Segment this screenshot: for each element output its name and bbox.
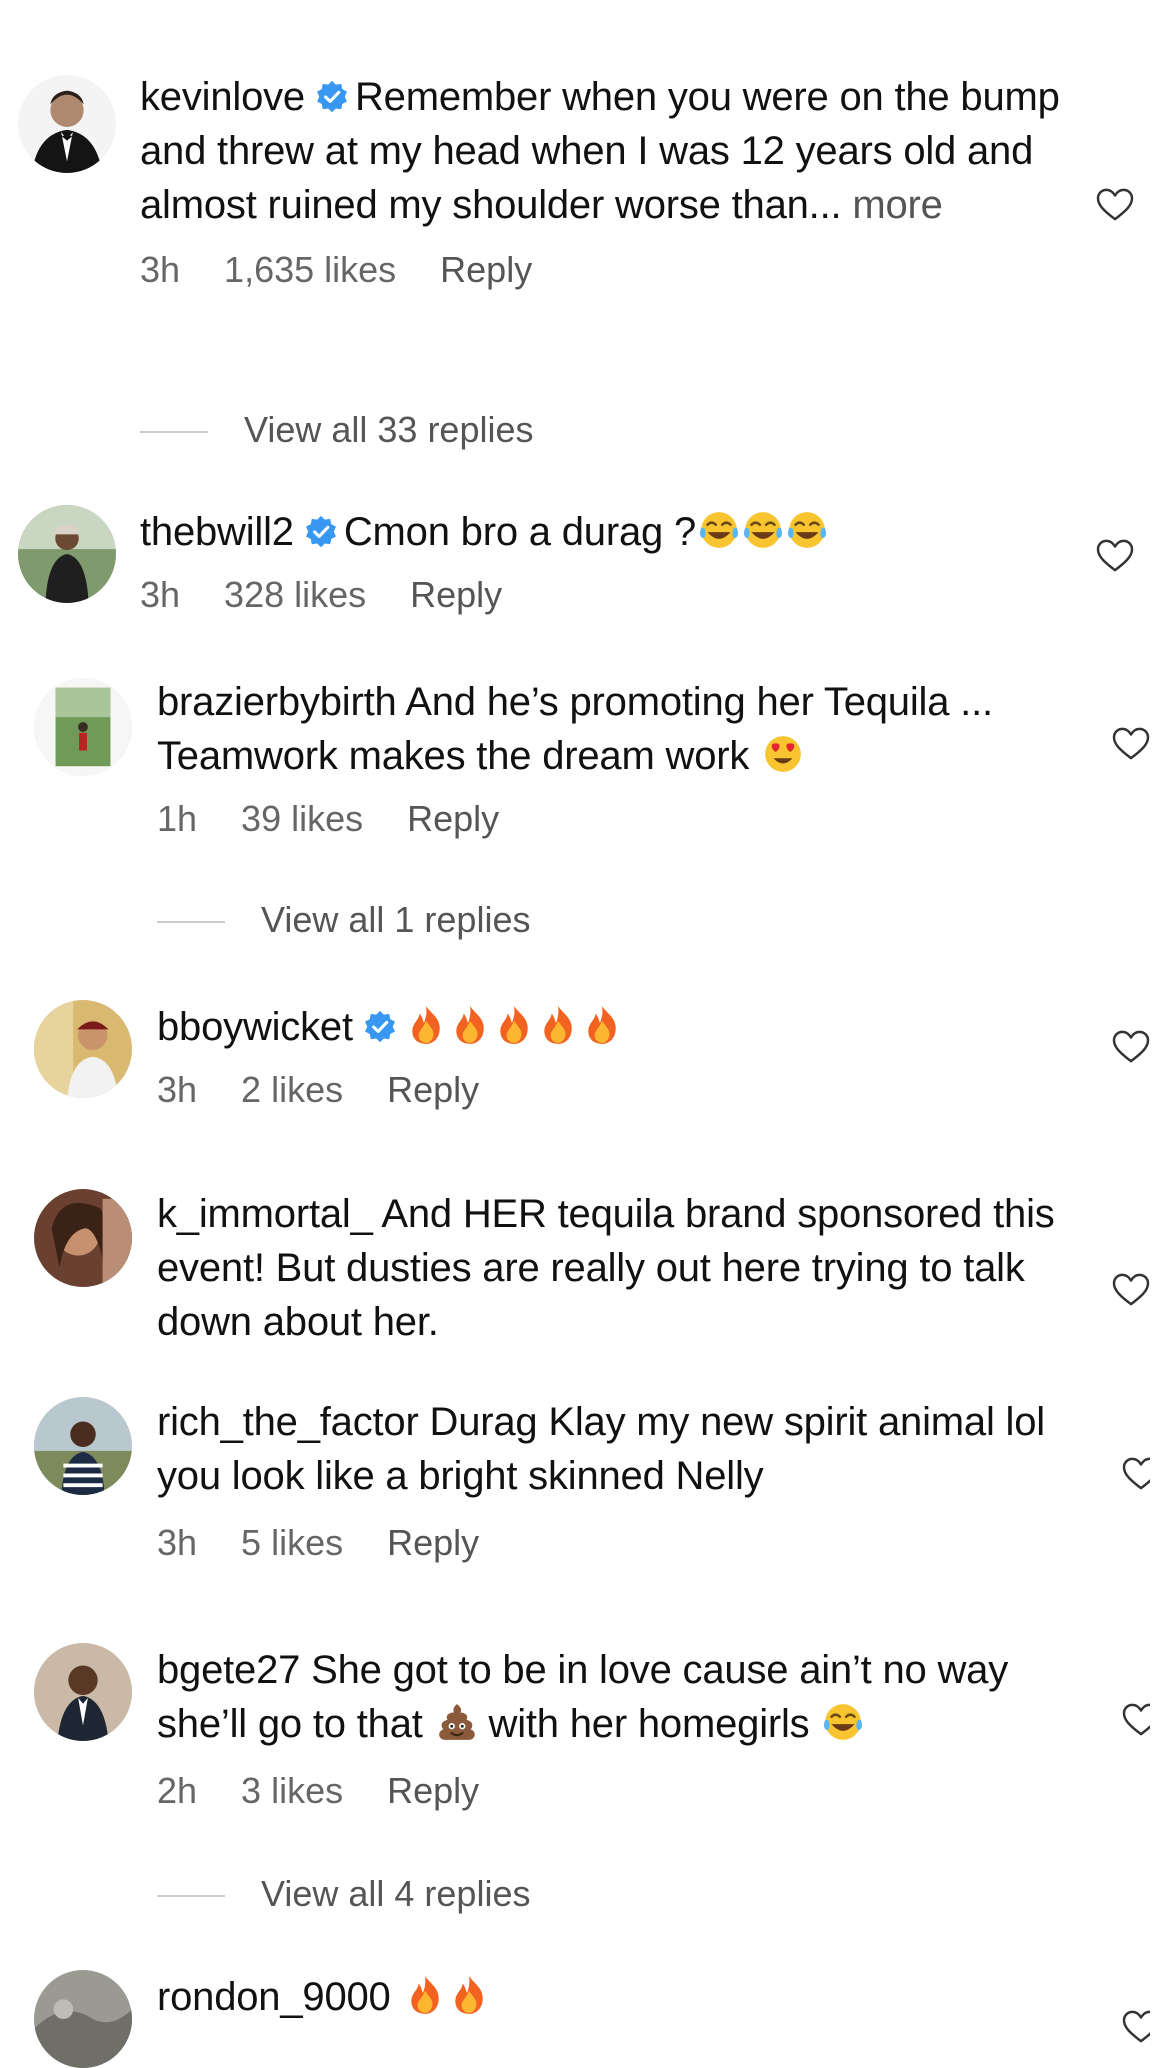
like-heart-icon[interactable] — [1112, 727, 1150, 761]
like-heart-icon[interactable] — [1096, 539, 1134, 573]
likes-count[interactable]: 2 likes — [241, 1069, 343, 1110]
username[interactable]: brazierbybirth — [157, 680, 397, 724]
reply-button[interactable]: Reply — [387, 1069, 479, 1110]
divider — [157, 1895, 225, 1898]
view-replies-button[interactable]: View all 33 replies — [140, 408, 534, 452]
comment-body: bgete27 She got to be in love cause ain’… — [157, 1643, 1072, 1813]
like-heart-icon[interactable] — [1112, 1273, 1150, 1307]
reply-button[interactable]: Reply — [387, 1770, 479, 1811]
avatar[interactable] — [34, 1189, 132, 1287]
avatar[interactable] — [34, 1643, 132, 1741]
username[interactable]: bboywicket — [157, 1005, 353, 1049]
comment-meta: 3h 2 likes Reply — [157, 1068, 1072, 1112]
heart-eyes-icon — [762, 733, 804, 775]
reply-button[interactable]: Reply — [440, 249, 532, 290]
timestamp: 2h — [157, 1770, 198, 1811]
username[interactable]: k_immortal_ — [157, 1192, 373, 1236]
view-replies-label: View all 33 replies — [244, 409, 534, 450]
likes-count[interactable]: 1,635 likes — [224, 249, 396, 290]
fire-icon — [404, 1974, 446, 2016]
likes-count[interactable]: 3 likes — [241, 1770, 343, 1811]
more-link[interactable]: more — [852, 183, 943, 227]
like-heart-icon[interactable] — [1122, 1703, 1150, 1737]
like-heart-icon[interactable] — [1096, 188, 1134, 222]
comment-message-part2: with her homegirls — [488, 1702, 810, 1746]
timestamp: 3h — [140, 574, 181, 615]
avatar[interactable] — [34, 1397, 132, 1495]
likes-count[interactable]: 328 likes — [224, 574, 366, 615]
username[interactable]: bgete27 — [157, 1648, 300, 1692]
comment-meta: 1h 39 likes Reply — [157, 797, 1072, 841]
timestamp: 3h — [157, 1522, 198, 1563]
verified-icon — [304, 515, 338, 549]
poop-icon — [436, 1701, 478, 1743]
comment-text: rondon_9000 — [157, 1970, 1072, 2024]
username[interactable]: kevinlove — [140, 75, 305, 119]
timestamp: 3h — [157, 1069, 198, 1110]
tears-of-joy-icon — [742, 509, 784, 551]
comment-meta: 2h 3 likes Reply — [157, 1769, 1072, 1813]
like-heart-icon[interactable] — [1122, 2010, 1150, 2044]
username[interactable]: rich_the_factor — [157, 1400, 419, 1444]
comment-text: bgete27 She got to be in love cause ain’… — [157, 1643, 1072, 1751]
comment-body: thebwill2 Cmon bro a durag ? 3h 328 likes R… — [140, 505, 1072, 617]
comment-body: k_immortal_ And HER tequila brand sponso… — [157, 1187, 1072, 1349]
comment-body: kevinlove Remember when you were on the b… — [140, 70, 1072, 292]
comment-text: kevinlove Remember when you were on the b… — [140, 70, 1072, 232]
username[interactable]: thebwill2 — [140, 510, 294, 554]
comment-text: thebwill2 Cmon bro a durag ? — [140, 505, 1072, 559]
comment-text: bboywicket — [157, 1000, 1072, 1054]
timestamp: 3h — [140, 249, 181, 290]
avatar[interactable] — [34, 678, 132, 776]
avatar[interactable] — [18, 75, 116, 173]
comment-message: Cmon bro a durag ? — [343, 510, 697, 554]
comment-body: brazierbybirth And he’s promoting her Te… — [157, 675, 1072, 841]
avatar[interactable] — [34, 1970, 132, 2068]
comment-text: rich_the_factor Durag Klay my new spirit… — [157, 1395, 1072, 1503]
divider — [140, 431, 208, 434]
fire-icon — [537, 1004, 579, 1046]
view-replies-button[interactable]: View all 1 replies — [157, 898, 530, 942]
comment-body: bboywicket 3h 2 likes Reply — [157, 1000, 1072, 1112]
like-heart-icon[interactable] — [1112, 1030, 1150, 1064]
divider — [157, 921, 225, 924]
comment-meta: 3h 1,635 likes Reply — [140, 248, 1072, 292]
fire-icon — [405, 1004, 447, 1046]
comment-text: brazierbybirth And he’s promoting her Te… — [157, 675, 1072, 783]
verified-icon — [363, 1010, 397, 1044]
view-replies-label: View all 1 replies — [261, 899, 531, 940]
comment-meta: 3h 328 likes Reply — [140, 573, 1072, 617]
likes-count[interactable]: 5 likes — [241, 1522, 343, 1563]
timestamp: 1h — [157, 798, 198, 839]
likes-count[interactable]: 39 likes — [241, 798, 363, 839]
comment-text: k_immortal_ And HER tequila brand sponso… — [157, 1187, 1072, 1349]
comment-body: rich_the_factor Durag Klay my new spirit… — [157, 1395, 1072, 1565]
reply-button[interactable]: Reply — [387, 1522, 479, 1563]
fire-icon — [581, 1004, 623, 1046]
comment-body: rondon_9000 — [157, 1970, 1072, 2024]
reply-button[interactable]: Reply — [410, 574, 502, 615]
avatar[interactable] — [18, 505, 116, 603]
tears-of-joy-icon — [822, 1701, 864, 1743]
comment-meta: 3h 5 likes Reply — [157, 1521, 1072, 1565]
view-replies-button[interactable]: View all 4 replies — [157, 1872, 530, 1916]
reply-button[interactable]: Reply — [407, 798, 499, 839]
fire-icon — [449, 1004, 491, 1046]
username[interactable]: rondon_9000 — [157, 1975, 391, 2019]
verified-icon — [315, 80, 349, 114]
like-heart-icon[interactable] — [1122, 1457, 1150, 1491]
view-replies-label: View all 4 replies — [261, 1873, 531, 1914]
tears-of-joy-icon — [698, 509, 740, 551]
fire-icon — [448, 1974, 490, 2016]
tears-of-joy-icon — [786, 509, 828, 551]
avatar[interactable] — [34, 1000, 132, 1098]
fire-icon — [493, 1004, 535, 1046]
